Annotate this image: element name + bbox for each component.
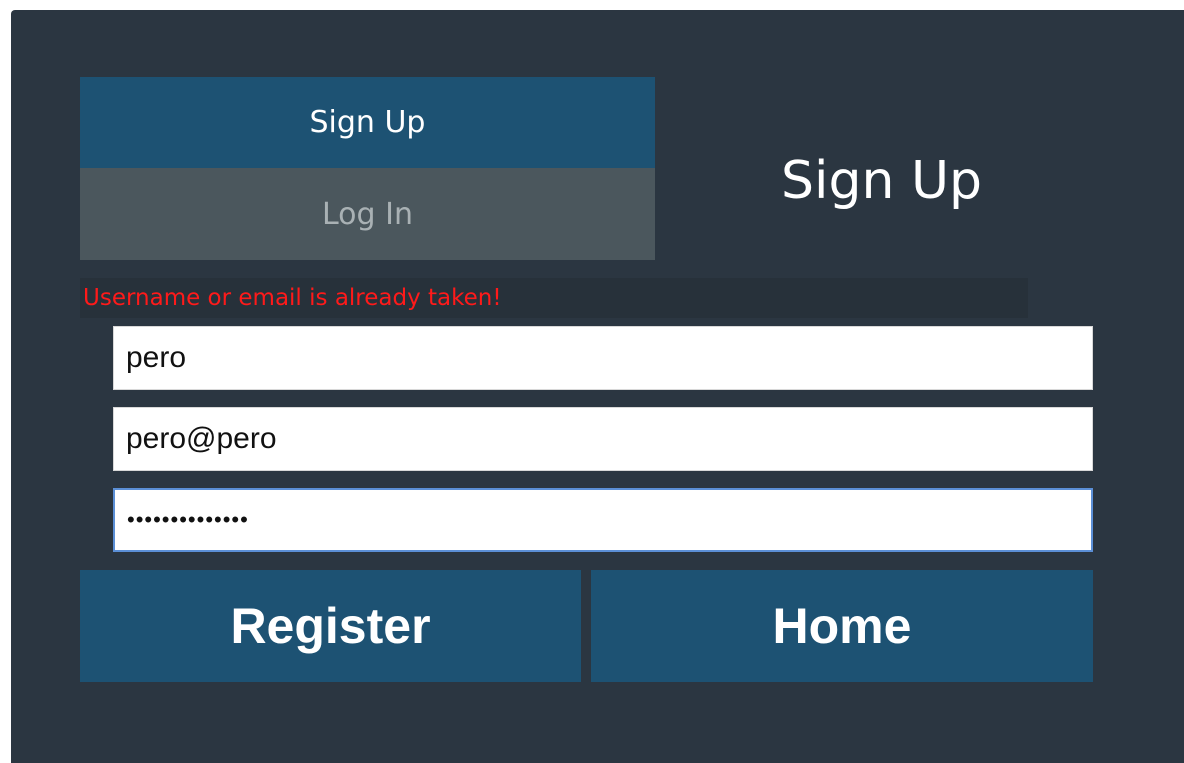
tab-login[interactable]: Log In — [80, 168, 655, 260]
tab-signup-label: Sign Up — [309, 105, 426, 140]
auth-panel: Sign Up Log In Sign Up Username or email… — [11, 10, 1184, 763]
password-field[interactable] — [113, 488, 1093, 552]
tab-login-label: Log In — [322, 196, 413, 232]
email-field[interactable] — [113, 407, 1093, 471]
page-title: Sign Up — [781, 151, 983, 211]
auth-tabs: Sign Up Log In — [80, 77, 655, 260]
tab-signup[interactable]: Sign Up — [80, 77, 655, 168]
username-field[interactable] — [113, 326, 1093, 390]
error-message: Username or email is already taken! — [80, 278, 1028, 318]
register-button[interactable]: Register — [80, 570, 581, 682]
home-button[interactable]: Home — [591, 570, 1093, 682]
